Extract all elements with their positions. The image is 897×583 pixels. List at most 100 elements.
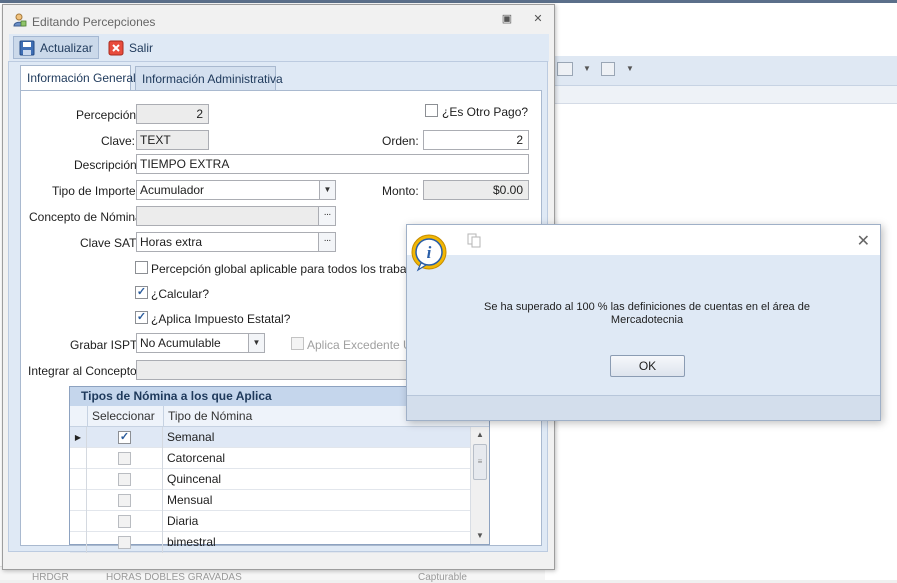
percepcion-label: Percepción: (76, 108, 140, 122)
table-row[interactable]: Mensual (70, 490, 470, 511)
tab-label: Información General (27, 71, 136, 85)
scroll-down-icon[interactable]: ▼ (476, 531, 484, 540)
window-title: Editando Percepciones (32, 15, 156, 29)
calcular-checkbox[interactable]: ✓ (135, 286, 148, 299)
clave-field[interactable]: TEXT (136, 130, 209, 150)
table-row[interactable]: Quincenal (70, 469, 470, 490)
row-select-checkbox[interactable] (118, 473, 131, 486)
tab-label: Información Administrativa (142, 72, 283, 86)
orden-field[interactable]: 2 (423, 130, 529, 150)
close-icon[interactable]: ✕ (531, 13, 545, 25)
orden-label: Orden: (382, 134, 419, 148)
ok-button[interactable]: OK (610, 355, 685, 377)
excedente-label: Aplica Excedente UM (307, 338, 422, 352)
background-subbar (545, 86, 897, 104)
row-select-checkbox[interactable] (118, 515, 131, 528)
dialog-footer (407, 395, 880, 420)
nomina-type-cell: Mensual (167, 493, 213, 507)
background-row-desc: HORAS DOBLES GRAVADAS (106, 572, 242, 583)
close-icon[interactable]: ✕ (857, 231, 870, 251)
nomina-type-cell: Semanal (167, 430, 215, 444)
tab-informacion-general[interactable]: Información General (20, 65, 136, 91)
row-select-checkbox[interactable]: ✓ (118, 431, 131, 444)
clave-sat-value: Horas extra (140, 235, 203, 249)
tipo-importe-select[interactable]: Acumulador ▼ (136, 180, 336, 200)
row-indicator-icon (70, 448, 87, 469)
descripcion-label: Descripción: (74, 158, 141, 172)
percepcion-field[interactable]: 2 (136, 104, 209, 124)
grid-header-indicator (70, 406, 87, 427)
integrar-concepto-field[interactable] (136, 360, 416, 380)
row-select-checkbox[interactable] (118, 536, 131, 549)
impuesto-estatal-label: ¿Aplica Impuesto Estatal? (151, 312, 291, 326)
row-indicator-icon (70, 532, 87, 553)
select-cell[interactable] (87, 490, 163, 511)
global-label: Percepción global aplicable para todos l… (151, 262, 446, 276)
update-button[interactable]: Actualizar (13, 36, 99, 59)
descripcion-field[interactable]: TIEMPO EXTRA (136, 154, 529, 174)
excedente-checkbox[interactable] (291, 337, 304, 350)
concepto-nomina-field[interactable]: ··· (136, 206, 336, 226)
grid-scrollbar[interactable]: ▲ ≡ ▼ (470, 427, 489, 544)
chevron-down-icon[interactable]: ▼ (626, 64, 634, 73)
select-cell[interactable] (87, 448, 163, 469)
grabar-ispt-value: No Acumulable (140, 336, 221, 350)
select-cell[interactable] (87, 469, 163, 490)
nomina-type-cell: Catorcenal (167, 451, 226, 465)
copy-icon[interactable] (466, 232, 482, 248)
grid-header-select[interactable]: Seleccionar (87, 406, 163, 427)
message-dialog: ✕ i Se ha superado al 100 % las definici… (406, 224, 881, 421)
row-indicator-icon: ▶ (70, 427, 87, 448)
row-select-checkbox[interactable] (118, 494, 131, 507)
monto-field[interactable]: $0.00 (423, 180, 529, 200)
tab-informacion-administrativa[interactable]: Información Administrativa (135, 66, 283, 90)
chevron-down-icon[interactable]: ▼ (583, 64, 591, 73)
clave-sat-field[interactable]: Horas extra ··· (136, 232, 336, 252)
background-columns-icon[interactable] (601, 62, 615, 76)
dialog-message: Se ha superado al 100 % las definiciones… (437, 301, 857, 327)
select-cell[interactable] (87, 532, 163, 553)
clave-sat-label: Clave SAT: (80, 236, 139, 250)
select-cell[interactable]: ✓ (87, 427, 163, 448)
restore-icon[interactable]: ▣ (500, 13, 514, 25)
nomina-type-cell: Diaria (167, 514, 199, 528)
user-edit-icon (13, 13, 27, 27)
table-row[interactable]: Diaria (70, 511, 470, 532)
dialog-message-line: Mercadotecnia (610, 314, 684, 326)
background-ribbon (545, 56, 897, 86)
svg-text:i: i (427, 243, 432, 262)
row-indicator-icon (70, 490, 87, 511)
otro-pago-label: ¿Es Otro Pago? (442, 105, 529, 119)
dialog-message-line: Se ha superado al 100 % las definiciones… (484, 301, 810, 313)
background-layout-icon[interactable] (557, 62, 573, 76)
calcular-label: ¿Calcular? (151, 287, 210, 301)
window-titlebar: Editando Percepciones ▣ ✕ (3, 5, 554, 33)
clave-label: Clave: (101, 134, 136, 148)
scroll-up-icon[interactable]: ▲ (476, 430, 484, 439)
background-row-code: HRDGR (32, 572, 69, 583)
table-row[interactable]: Catorcenal (70, 448, 470, 469)
scroll-thumb[interactable]: ≡ (473, 444, 487, 480)
tipo-importe-value: Acumulador (140, 183, 205, 197)
select-cell[interactable] (87, 511, 163, 532)
chevron-down-icon[interactable]: ▼ (248, 334, 264, 352)
exit-icon (108, 40, 124, 55)
nomina-type-cell: bimestral (167, 535, 216, 549)
otro-pago-checkbox[interactable] (425, 104, 438, 117)
ellipsis-icon[interactable]: ··· (318, 207, 335, 225)
chevron-down-icon[interactable]: ▼ (319, 181, 335, 199)
monto-label: Monto: (382, 184, 419, 198)
table-row[interactable]: ▶ ✓ Semanal (70, 427, 470, 448)
global-checkbox[interactable] (135, 261, 148, 274)
exit-button[interactable]: Salir (103, 36, 158, 59)
table-row[interactable]: bimestral (70, 532, 470, 553)
concepto-nomina-label: Concepto de Nómina: (29, 210, 146, 224)
exit-button-label: Salir (129, 40, 154, 55)
impuesto-estatal-checkbox[interactable]: ✓ (135, 311, 148, 324)
row-indicator-icon (70, 469, 87, 490)
grabar-ispt-select[interactable]: No Acumulable ▼ (136, 333, 265, 353)
ellipsis-icon[interactable]: ··· (318, 233, 335, 251)
integrar-concepto-label: Integrar al Concepto: (28, 364, 141, 378)
row-select-checkbox[interactable] (118, 452, 131, 465)
update-button-label: Actualizar (40, 40, 93, 55)
